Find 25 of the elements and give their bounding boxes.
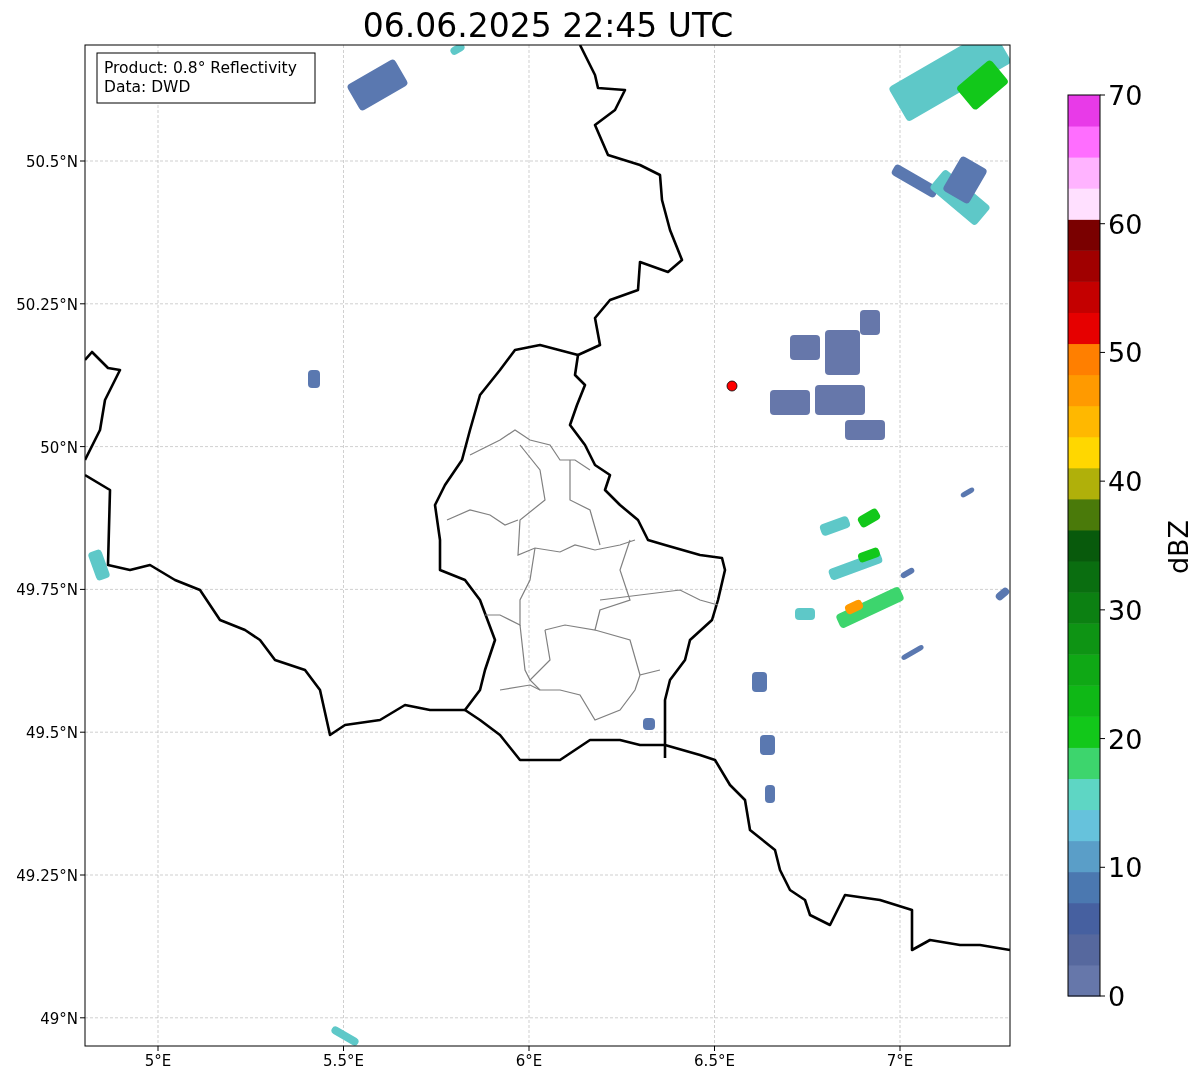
colorbar-tick-label: 30	[1108, 594, 1143, 626]
colorbar-tick-label: 20	[1108, 723, 1143, 755]
longitude-label: 7°E	[886, 1052, 914, 1070]
legend-text: Data: DWD	[104, 78, 191, 96]
latitude-label: 49.5°N	[25, 724, 78, 743]
longitude-label: 6.5°E	[694, 1052, 735, 1070]
radar-site-marker	[726, 380, 738, 392]
latitude-label: 50.5°N	[25, 153, 78, 171]
legend-text: Product: 0.8° Reflectivity	[104, 59, 297, 77]
longitude-label: 5.5°E	[323, 1052, 364, 1070]
latitude-label: 49.75°N	[16, 581, 78, 600]
colorbar-tick-label: 70	[1108, 80, 1143, 111]
latitude-label: 49°N	[40, 1009, 78, 1028]
latitude-label: 50.25°N	[16, 295, 78, 314]
plot-title: 06.06.2025 22:45 UTC	[362, 6, 734, 45]
colorbar-tick-label: 10	[1108, 852, 1143, 884]
longitude-label: 6°E	[515, 1052, 543, 1070]
longitude-label: 5°E	[144, 1052, 172, 1070]
colorbar-tick-label: 0	[1108, 981, 1126, 1012]
colorbar-tick-label: 40	[1108, 466, 1143, 498]
colorbar-tick-label: 60	[1108, 208, 1143, 240]
latitude-label: 50°N	[40, 438, 78, 457]
colorbar-tick-label: 50	[1108, 337, 1143, 369]
latitude-label: 49.25°N	[16, 867, 78, 885]
colorbar-label: dBZ	[1163, 519, 1194, 575]
